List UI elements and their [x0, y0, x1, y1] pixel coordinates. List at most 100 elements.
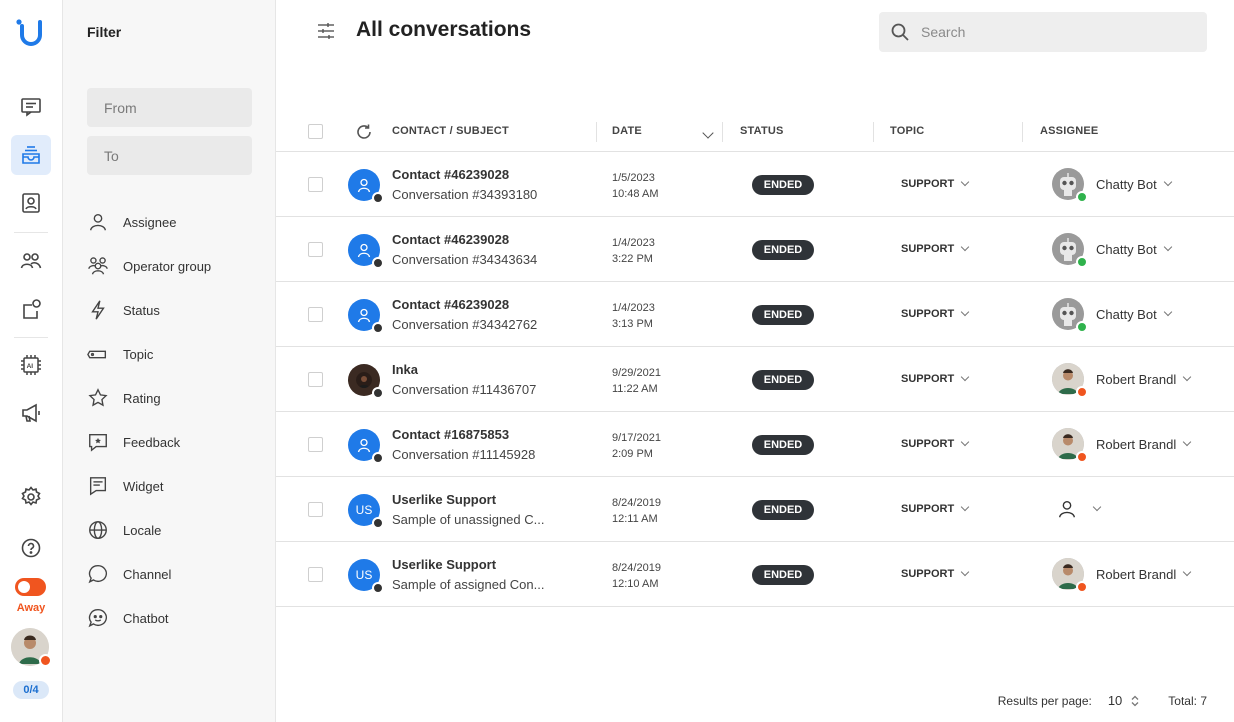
search-box[interactable]	[879, 12, 1207, 52]
rail-contacts-button[interactable]	[11, 183, 51, 223]
conversation-subject[interactable]: Conversation #11145928	[392, 447, 552, 462]
table-row[interactable]: Contact #16875853 Conversation #11145928…	[276, 412, 1234, 477]
conversation-date: 8/24/2019 12:11 AM	[612, 495, 661, 527]
row-checkbox[interactable]	[308, 502, 323, 517]
chevron-down-icon[interactable]	[960, 177, 970, 187]
conversation-subject[interactable]: Conversation #34342762	[392, 317, 552, 332]
conversation-subject[interactable]: Sample of assigned Con...	[392, 577, 552, 592]
topic-select[interactable]: SUPPORT	[901, 437, 970, 450]
chevron-down-icon[interactable]	[960, 437, 970, 447]
filter-widget[interactable]: Widget	[87, 474, 163, 498]
column-divider	[1022, 122, 1023, 142]
chevron-down-icon[interactable]	[1163, 177, 1172, 187]
assignee-select[interactable]: Robert Brandl	[1052, 428, 1192, 463]
table-row[interactable]: Inka Conversation #11436707 9/29/2021 11…	[276, 347, 1234, 412]
filter-operator-group[interactable]: Operator group	[87, 254, 211, 278]
contact-name[interactable]: Contact #16875853	[392, 427, 509, 442]
rail-campaigns-button[interactable]	[11, 393, 51, 433]
rail-settings-button[interactable]	[11, 477, 51, 517]
topic-select[interactable]: SUPPORT	[901, 307, 970, 320]
filter-rating[interactable]: Rating	[87, 386, 161, 410]
chevron-down-icon[interactable]	[960, 242, 970, 252]
updown-chevron-icon[interactable]	[1130, 695, 1140, 707]
filter-toggle-icon[interactable]	[316, 21, 336, 41]
user-icon	[357, 438, 371, 453]
filter-topic[interactable]: Topic	[87, 342, 153, 366]
assignee-select[interactable]: Chatty Bot	[1052, 298, 1172, 333]
contact-name[interactable]: Contact #46239028	[392, 167, 509, 182]
chevron-down-icon[interactable]	[1163, 242, 1172, 252]
sort-chevron-down-icon[interactable]	[696, 124, 714, 142]
assignee-select[interactable]: Chatty Bot	[1052, 233, 1172, 268]
table-row[interactable]: US Userlike Support Sample of assigned C…	[276, 542, 1234, 607]
rail-team-button[interactable]	[11, 241, 51, 281]
conversation-subject[interactable]: Conversation #34343634	[392, 252, 552, 267]
filter-chatbot[interactable]: Chatbot	[87, 606, 169, 630]
contact-name[interactable]: Inka	[392, 362, 418, 377]
refresh-icon[interactable]	[354, 122, 374, 142]
contact-status-dot	[372, 257, 384, 269]
column-contact-subject: CONTACT / SUBJECT	[392, 125, 509, 137]
contact-name[interactable]: Contact #46239028	[392, 297, 509, 312]
filter-locale[interactable]: Locale	[87, 518, 161, 542]
search-input[interactable]	[921, 24, 1181, 40]
assignee-select[interactable]: Robert Brandl	[1052, 363, 1192, 398]
rail-help-button[interactable]	[11, 528, 51, 568]
chevron-down-icon[interactable]	[1182, 437, 1192, 447]
filter-assignee[interactable]: Assignee	[87, 210, 176, 234]
filter-status[interactable]: Status	[87, 298, 160, 322]
column-date[interactable]: DATE	[612, 125, 642, 137]
per-page-select[interactable]: 10	[1108, 693, 1122, 708]
contact-name[interactable]: Contact #46239028	[392, 232, 509, 247]
away-toggle[interactable]	[15, 578, 46, 596]
topic-select[interactable]: SUPPORT	[901, 242, 970, 255]
chevron-down-icon[interactable]	[960, 372, 970, 382]
row-checkbox[interactable]	[308, 307, 323, 322]
row-checkbox[interactable]	[308, 242, 323, 257]
assignee-select[interactable]: Chatty Bot	[1052, 168, 1172, 203]
topic-select[interactable]: SUPPORT	[901, 177, 970, 190]
logo-icon[interactable]	[14, 16, 48, 50]
chevron-down-icon[interactable]	[960, 307, 970, 317]
row-checkbox[interactable]	[308, 437, 323, 452]
tag-icon	[87, 350, 107, 359]
user-avatar[interactable]	[11, 628, 52, 667]
chevron-down-icon[interactable]	[1163, 307, 1172, 317]
contact-name[interactable]: Userlike Support	[392, 492, 496, 507]
filter-feedback-label: Feedback	[123, 434, 181, 450]
date-time: 3:13 PM	[612, 318, 653, 330]
topic-select[interactable]: SUPPORT	[901, 567, 970, 580]
date-day: 1/4/2023	[612, 237, 655, 249]
rail-chat-button[interactable]	[11, 87, 51, 127]
to-date-field[interactable]: To	[87, 136, 252, 175]
topic-select[interactable]: SUPPORT	[901, 372, 970, 385]
conversation-subject[interactable]: Sample of unassigned C...	[392, 512, 552, 527]
filter-feedback[interactable]: Feedback	[87, 430, 180, 454]
row-checkbox[interactable]	[308, 372, 323, 387]
table-row[interactable]: US Userlike Support Sample of unassigned…	[276, 477, 1234, 542]
table-row[interactable]: Contact #46239028 Conversation #34343634…	[276, 217, 1234, 282]
chevron-down-icon[interactable]	[1182, 372, 1192, 382]
from-date-field[interactable]: From	[87, 88, 252, 127]
table-row[interactable]: Contact #46239028 Conversation #34393180…	[276, 152, 1234, 217]
contact-name[interactable]: Userlike Support	[392, 557, 496, 572]
filter-channel[interactable]: Channel	[87, 562, 171, 586]
topic-select[interactable]: SUPPORT	[901, 502, 970, 515]
rail-tasks-button[interactable]	[11, 289, 51, 329]
assignee-select[interactable]: Robert Brandl	[1052, 558, 1192, 593]
chat-slots-badge: 0/4	[13, 681, 49, 699]
chevron-down-icon[interactable]	[960, 502, 970, 512]
per-page-label: Results per page:	[997, 693, 1092, 708]
conversation-subject[interactable]: Conversation #11436707	[392, 382, 552, 397]
row-checkbox[interactable]	[308, 567, 323, 582]
table-row[interactable]: Contact #46239028 Conversation #34342762…	[276, 282, 1234, 347]
chevron-down-icon[interactable]	[1182, 567, 1192, 577]
conversation-subject[interactable]: Conversation #34393180	[392, 187, 552, 202]
select-all-checkbox[interactable]	[308, 124, 323, 139]
row-checkbox[interactable]	[308, 177, 323, 192]
rail-ai-button[interactable]: AI	[11, 345, 51, 385]
rail-inbox-button[interactable]	[11, 135, 51, 175]
chevron-down-icon[interactable]	[960, 567, 970, 577]
assignee-select[interactable]	[1052, 493, 1102, 525]
chevron-down-icon[interactable]	[1092, 502, 1102, 512]
